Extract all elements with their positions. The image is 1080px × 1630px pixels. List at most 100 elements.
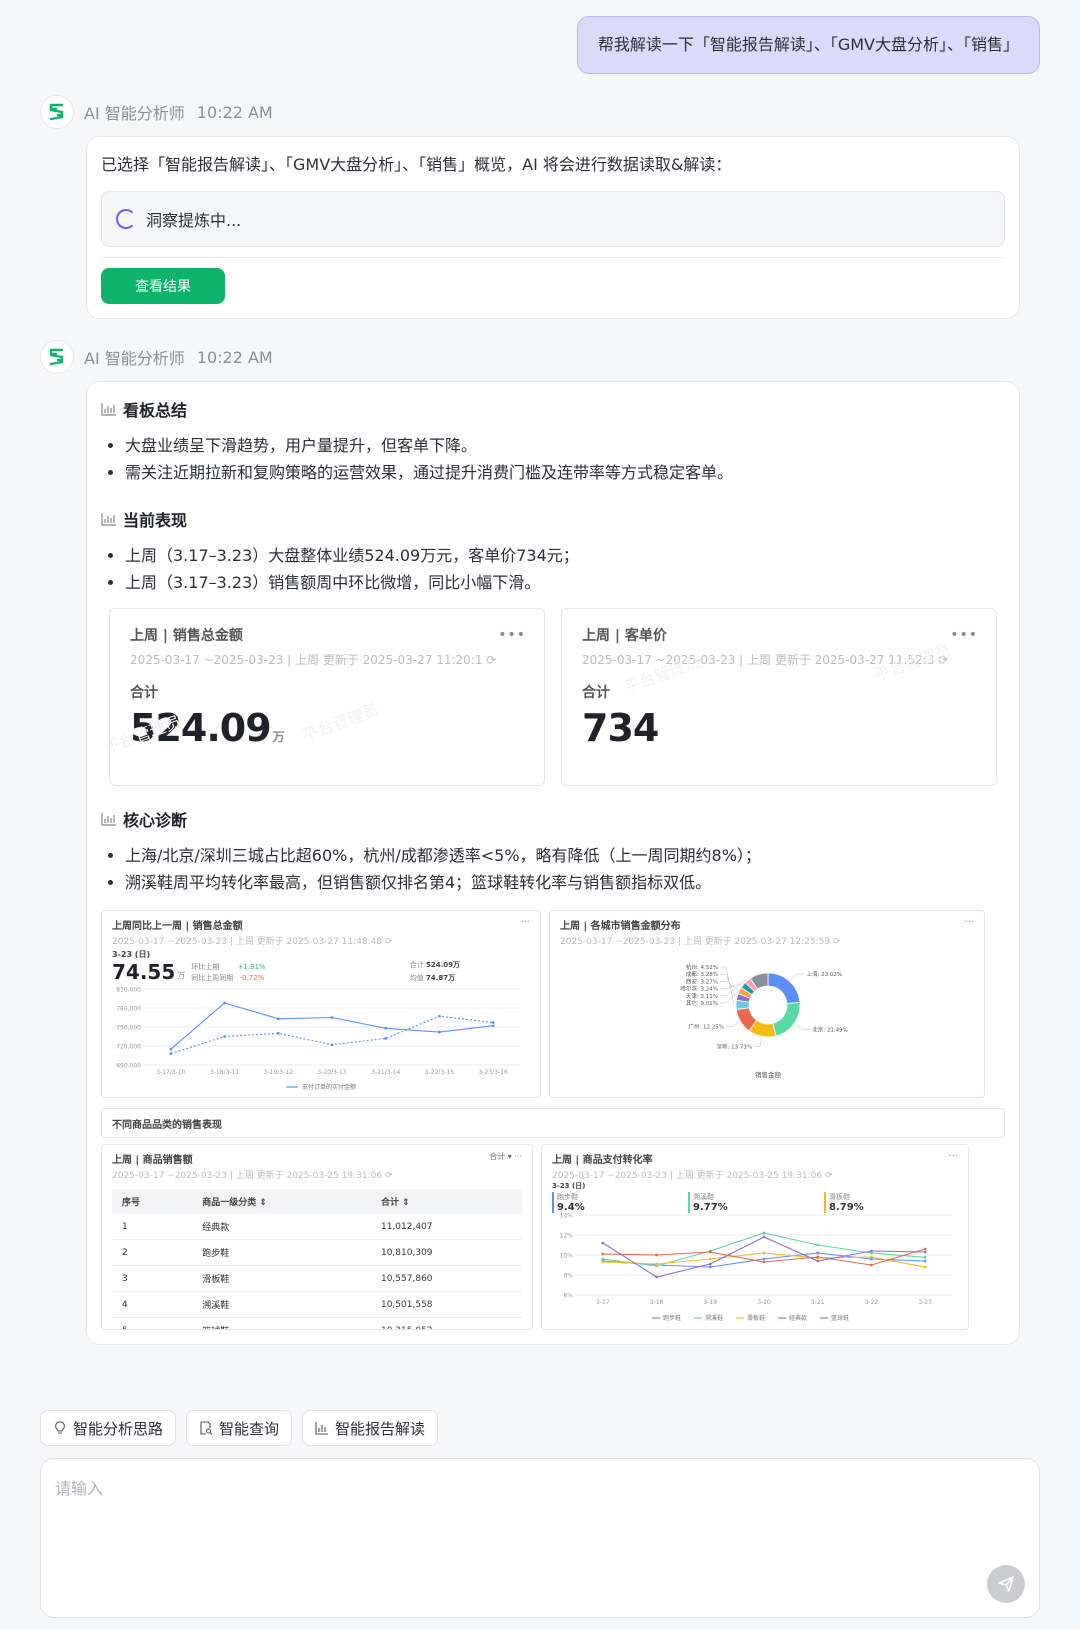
metric-cards: 平台管理员 平台管理员 上周 | 销售总金额 2025-03-17 ~2025-…	[101, 608, 1005, 786]
user-message-bubble: 帮我解读一下「智能报告解读」、「GMV大盘分析」、「销售」	[576, 16, 1040, 74]
x-tick-label: 3-23	[918, 1299, 932, 1306]
y-tick-label: 720,000	[116, 1044, 141, 1051]
chart-subtitle: 2025-03-17 ~2025-03-23 | 上周 更新于 2025-03-…	[112, 937, 393, 947]
x-tick-label: 3-17	[596, 1299, 610, 1306]
quick-action-report-read[interactable]: 智能报告解读	[302, 1410, 439, 1446]
legend-label: 跑步鞋	[663, 1314, 681, 1322]
sales-trend-line-chart: 690,000 720,000 750,000 780,000 810,000 3-17/…	[116, 987, 520, 1091]
data-point	[923, 1250, 927, 1254]
x-tick-label: 3-22	[865, 1299, 879, 1306]
more-icon[interactable]: ···	[948, 1151, 958, 1162]
send-button[interactable]	[987, 1565, 1025, 1603]
ai-logo-icon	[49, 103, 64, 121]
diagnosis-list: 上海/北京/深圳三城占比超60%，杭州/成都渗透率<5%，略有降低（上一周同期约…	[101, 842, 1005, 896]
more-icon[interactable]: •••	[950, 627, 978, 643]
data-point	[276, 1017, 280, 1021]
ai-name: AI 智能分析师	[84, 104, 185, 123]
table-cell: 5	[112, 1317, 193, 1329]
pie-slice	[772, 1002, 801, 1037]
chart-subtitle: 2025-03-17 ~2025-03-23 | 上周 更新于 2025-03-…	[552, 1171, 833, 1181]
table-row: 2 跑步鞋 10,810,309	[112, 1239, 522, 1266]
chart-title: 上周 | 各城市销售金额分布	[560, 921, 681, 932]
metric-title: 上周 | 客单价	[582, 628, 667, 644]
data-point	[708, 1265, 712, 1269]
quick-action-analysis-idea[interactable]: 智能分析思路	[40, 1410, 177, 1446]
slice-label: 深圳: 13.73%	[717, 1042, 753, 1050]
label-leader-line	[795, 1024, 811, 1030]
insight-status-box: 洞察提炼中...	[101, 191, 1005, 247]
search-doc-icon	[200, 1421, 213, 1435]
data-point	[601, 1252, 605, 1256]
data-point	[169, 1052, 173, 1055]
table-cell: 11,012,407	[370, 1214, 522, 1240]
data-point	[384, 1026, 388, 1030]
legend-label: 经典款	[789, 1314, 807, 1322]
data-point	[816, 1259, 820, 1263]
more-icon[interactable]: ···	[964, 917, 974, 928]
ai-name: AI 智能分析师	[84, 349, 185, 368]
view-result-button[interactable]: 查看结果	[101, 268, 225, 304]
data-point	[223, 1001, 226, 1005]
more-icon[interactable]: ···	[520, 917, 530, 928]
x-tick-label: 3-20/3-13	[317, 1069, 346, 1076]
table-cell: 10,315,052	[370, 1317, 522, 1329]
data-point	[923, 1255, 927, 1259]
table-header-cell[interactable]: 商品一级分类 ⇕	[192, 1189, 371, 1214]
table-header-row: 序号 商品一级分类 ⇕ 合计 ⇕	[112, 1189, 522, 1214]
bar-chart-icon	[101, 513, 116, 526]
pie-axis-label: 销售金额	[755, 1070, 782, 1079]
label-leader-line	[720, 973, 736, 997]
quick-action-smart-query[interactable]: 智能查询	[186, 1410, 293, 1446]
slice-label: 成都: 3.28%	[686, 970, 718, 978]
bar-chart-icon	[101, 403, 116, 416]
table-cell: 10,501,558	[370, 1291, 522, 1318]
data-point	[870, 1263, 873, 1267]
section-diagnosis-title: 核心诊断	[101, 806, 1005, 832]
data-point	[330, 1043, 334, 1047]
legend-label: 滑板鞋	[747, 1314, 765, 1322]
data-point	[655, 1275, 658, 1279]
kpi-compare-row: 环比上期 +1.31%	[191, 962, 265, 973]
section-summary-label: 看板总结	[123, 401, 188, 420]
charts-row-1: 上周同比上一周 | 销售总金额 2025-03-17 ~2025-03-23 |…	[101, 910, 1005, 1098]
label-leader-line	[720, 966, 735, 1005]
kpi-label: 溯溪鞋	[693, 1193, 714, 1201]
kpi-block: 3-23 (日) 74.55 万 环比上期 +1.31% 同比上周同期 -0.7…	[112, 949, 530, 985]
divider	[101, 257, 1005, 258]
table-header-cell[interactable]: 合计 ⇕	[370, 1189, 522, 1214]
table-header-cell[interactable]: 序号	[112, 1189, 193, 1214]
data-point	[601, 1260, 605, 1264]
category-section-title: 不同商品品类的销售表现	[101, 1108, 1005, 1138]
pie-slice	[767, 972, 801, 1004]
table-cell: 滑板鞋	[192, 1265, 371, 1292]
kpi-date: 3-23 (日)	[552, 1182, 586, 1190]
metric-label: 合计	[130, 685, 158, 701]
chat-input[interactable]	[55, 1475, 955, 1575]
x-tick-label: 3-17/3-10	[156, 1069, 185, 1076]
metric-title: 上周 | 销售总金额	[130, 628, 243, 644]
ai-timestamp: 10:22 AM	[196, 347, 273, 367]
kpi-unit: 万	[177, 971, 186, 980]
table-menu[interactable]: 合计 ▾ ···	[489, 1151, 522, 1162]
metric-value: 734	[582, 706, 659, 750]
chart-title: 上周 | 商品销售额	[112, 1155, 193, 1166]
series-line	[170, 1015, 494, 1055]
data-point	[923, 1259, 927, 1263]
slice-label: 其它: 9.01%	[686, 999, 718, 1007]
bar-chart-icon	[315, 1422, 329, 1435]
summary-list: 大盘业绩呈下滑趋势，用户量提升，但客单下降。 需关注近期拉新和复购策略的运营效果…	[101, 432, 1005, 486]
more-icon[interactable]: •••	[498, 627, 526, 643]
x-tick-label: 3-19/3-12	[264, 1069, 293, 1076]
data-point	[169, 1047, 173, 1051]
ai-avatar	[40, 340, 74, 374]
city-share-donut-chart: 上海: 23.02% 北京: 21.49% 深圳: 13.73% 广州: 12.25%…	[680, 963, 847, 1079]
ai-avatar	[40, 95, 74, 129]
quick-action-label: 智能分析思路	[73, 1419, 164, 1438]
chat-input-area	[40, 1458, 1040, 1618]
list-item: 上周（3.17–3.23）大盘整体业绩524.09万元，客单价734元；	[125, 542, 1005, 569]
data-point	[708, 1262, 712, 1266]
x-tick-label: 3-20	[757, 1299, 771, 1306]
data-point	[870, 1255, 873, 1259]
chart-panel-conversion: 上周 | 商品支付转化率 2025-03-17 ~2025-03-23 | 上周…	[541, 1144, 969, 1330]
list-item: 大盘业绩呈下滑趋势，用户量提升，但客单下降。	[125, 432, 1005, 459]
